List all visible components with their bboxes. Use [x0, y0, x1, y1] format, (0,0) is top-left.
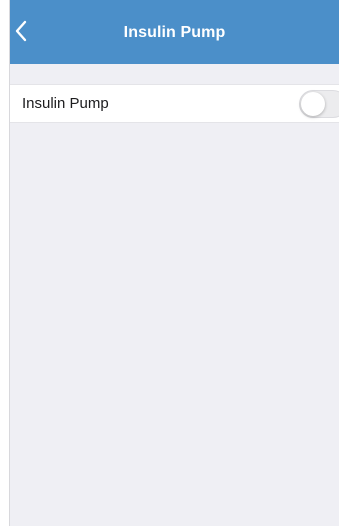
insulin-pump-toggle[interactable]: [299, 90, 339, 118]
page-title: Insulin Pump: [123, 24, 226, 41]
app-frame: Insulin Pump Insulin Pump: [0, 0, 339, 526]
navigation-bar: Insulin Pump: [10, 0, 339, 64]
insulin-pump-label: Insulin Pump: [22, 95, 109, 112]
insulin-pump-row: Insulin Pump: [10, 84, 339, 123]
screen: Insulin Pump Insulin Pump: [9, 0, 339, 526]
toggle-knob: [301, 92, 325, 116]
